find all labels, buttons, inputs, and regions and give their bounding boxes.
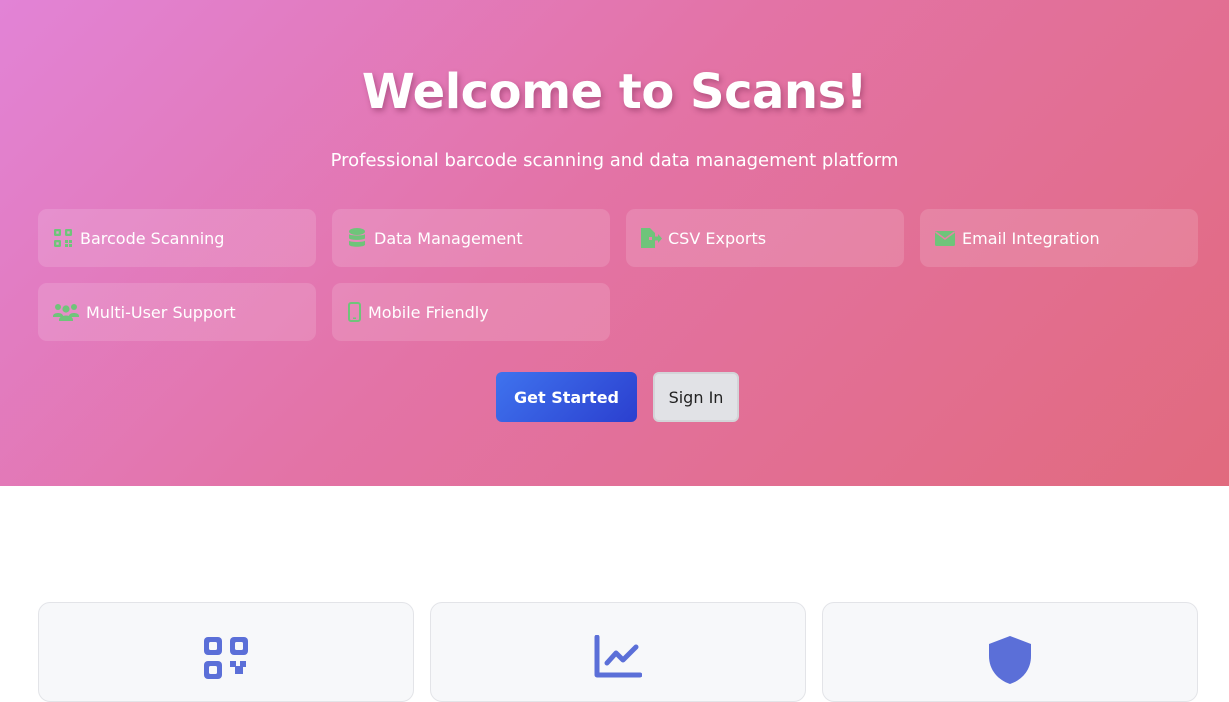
- feature-label: Multi-User Support: [86, 302, 236, 322]
- file-export-icon: [640, 227, 662, 249]
- feature-email-integration: Email Integration: [920, 209, 1198, 267]
- feature-csv-exports: CSV Exports: [626, 209, 904, 267]
- feature-data-management: Data Management: [332, 209, 610, 267]
- users-icon: [52, 301, 80, 323]
- feature-label: CSV Exports: [668, 228, 767, 248]
- envelope-icon: [934, 227, 956, 249]
- hero-title: Welcome to Scans!: [361, 64, 868, 120]
- feature-label: Data Management: [374, 228, 523, 248]
- feature-label: Mobile Friendly: [368, 302, 489, 322]
- get-started-button[interactable]: Get Started: [496, 372, 637, 422]
- qrcode-icon: [52, 227, 74, 249]
- database-icon: [346, 227, 368, 249]
- feature-multi-user-support: Multi-User Support: [38, 283, 316, 341]
- qrcode-icon: [204, 635, 248, 685]
- hero-subtitle: Professional barcode scanning and data m…: [330, 150, 899, 171]
- sign-in-button[interactable]: Sign In: [653, 372, 739, 422]
- feature-card-analytics: [430, 602, 806, 702]
- feature-label: Barcode Scanning: [80, 228, 225, 248]
- feature-barcode-scanning: Barcode Scanning: [38, 209, 316, 267]
- feature-card-scanning: [38, 602, 414, 702]
- feature-card-security: [822, 602, 1198, 702]
- chart-line-icon: [594, 634, 643, 683]
- feature-mobile-friendly: Mobile Friendly: [332, 283, 610, 341]
- hero-section: Welcome to Scans! Professional barcode s…: [0, 0, 1229, 486]
- feature-label: Email Integration: [962, 228, 1100, 248]
- mobile-icon: [346, 301, 362, 323]
- shield-icon: [987, 635, 1033, 689]
